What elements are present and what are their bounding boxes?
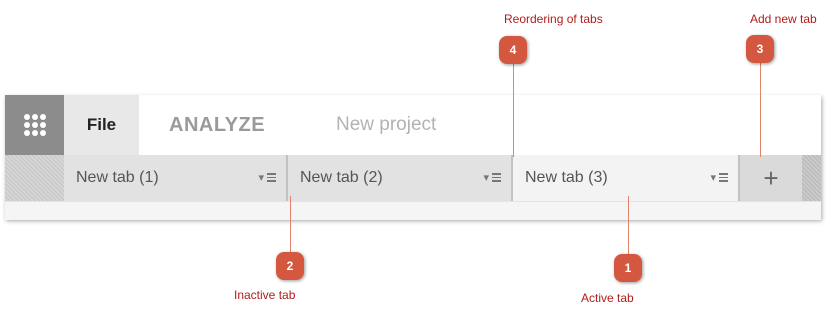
plus-icon: +: [763, 162, 779, 193]
tab-menu-icon[interactable]: ▾: [710, 171, 728, 184]
callout-line-add-tab: [760, 62, 761, 157]
analyze-menu-button[interactable]: ANALYZE: [169, 95, 265, 155]
callout-line-inactive: [290, 196, 291, 254]
grid-dots-icon: [23, 114, 46, 136]
tab-label: New tab (1): [76, 169, 159, 186]
callout-marker-4: 4: [499, 36, 527, 64]
content-area: [5, 201, 821, 220]
tab-strip-left-pad: [5, 155, 64, 201]
file-menu-button[interactable]: File: [64, 95, 139, 155]
tab-strip-right-pad: [802, 155, 821, 201]
callout-label-reordering: Reordering of tabs: [504, 12, 603, 26]
tab-strip: New tab (1) ▾ New tab (2) ▾ New tab (3) …: [5, 155, 821, 201]
tab-new-tab-3[interactable]: New tab (3) ▾: [513, 155, 738, 201]
tab-label: New tab (3): [525, 169, 608, 186]
callout-line-active: [628, 196, 629, 256]
app-window: File ANALYZE New project New tab (1) ▾ N…: [5, 95, 821, 220]
tab-label: New tab (2): [300, 169, 383, 186]
callout-marker-1: 1: [614, 254, 642, 282]
callout-label-inactive: Inactive tab: [234, 288, 296, 302]
callout-label-active: Active tab: [581, 291, 634, 305]
add-tab-button[interactable]: +: [740, 155, 802, 201]
callout-marker-3: 3: [746, 35, 774, 63]
menu-bar: File ANALYZE New project: [5, 95, 821, 155]
callout-line-reordering: [513, 62, 514, 157]
tab-menu-icon[interactable]: ▾: [258, 171, 276, 184]
apps-menu-button[interactable]: [5, 95, 64, 155]
tab-new-tab-1[interactable]: New tab (1) ▾: [64, 155, 286, 201]
callout-marker-2: 2: [276, 252, 304, 280]
project-name[interactable]: New project: [336, 95, 436, 155]
callout-label-add-tab: Add new tab: [750, 12, 817, 26]
tab-new-tab-2[interactable]: New tab (2) ▾: [288, 155, 511, 201]
tab-menu-icon[interactable]: ▾: [483, 171, 501, 184]
